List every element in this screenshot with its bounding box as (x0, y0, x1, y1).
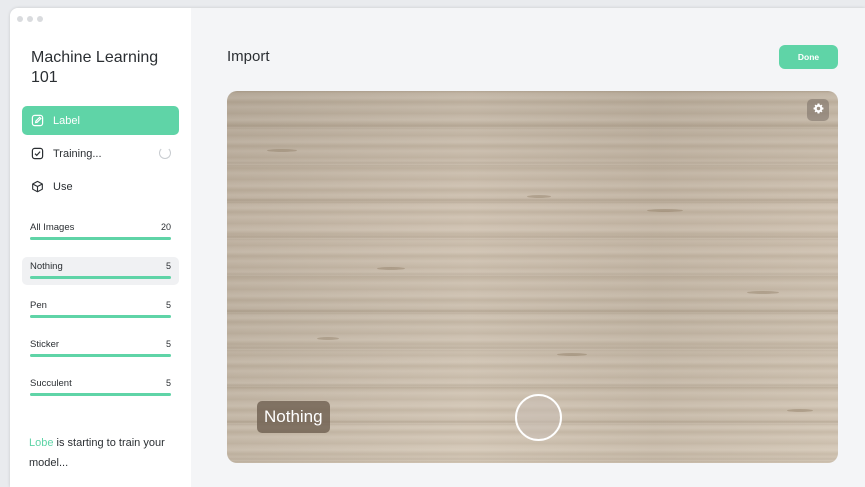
label-progress-fill (30, 354, 171, 357)
sidebar: Machine Learning 101 Label Training... U… (10, 8, 191, 487)
label-progress-bar (30, 276, 171, 279)
wood-grain-knot (787, 409, 813, 412)
label-progress-bar (30, 393, 171, 396)
shutter-circle-icon[interactable] (515, 394, 562, 441)
nav-item-label[interactable]: Label (22, 106, 179, 135)
done-button[interactable]: Done (779, 45, 838, 69)
project-title: Machine Learning 101 (31, 49, 159, 86)
label-progress-fill (30, 315, 171, 318)
loading-spinner-icon (159, 147, 171, 159)
close-window-dot[interactable] (17, 16, 23, 22)
label-progress-fill (30, 237, 171, 240)
label-row-succulent[interactable]: Succulent 5 (22, 374, 179, 402)
brand-name: Lobe (29, 437, 54, 449)
nav-item-training[interactable]: Training... (22, 139, 179, 168)
training-status: Lobe is starting to train your model... (29, 433, 179, 473)
label-count: 5 (165, 261, 171, 271)
cube-icon (30, 180, 44, 194)
app-window: Machine Learning 101 Label Training... U… (10, 8, 865, 487)
wood-grain-knot (267, 149, 297, 152)
label-row-nothing[interactable]: Nothing 5 (22, 257, 179, 285)
wood-grain-knot (377, 267, 405, 270)
label-progress-bar (30, 354, 171, 357)
wood-grain-knot (557, 353, 587, 356)
label-count: 5 (165, 300, 171, 310)
page-title: Import (227, 48, 270, 65)
label-name: All Images (30, 222, 75, 233)
label-row-pen[interactable]: Pen 5 (22, 296, 179, 324)
label-row-all-images[interactable]: All Images 20 (22, 218, 179, 246)
camera-settings-button[interactable] (807, 99, 829, 121)
nav-item-use-text: Use (53, 180, 73, 193)
label-count: 5 (165, 378, 171, 388)
label-progress-bar (30, 315, 171, 318)
label-progress-bar (30, 237, 171, 240)
wood-grain-knot (647, 209, 683, 212)
gear-icon (813, 101, 824, 119)
nav-item-label-text: Label (53, 114, 80, 127)
prediction-label: Nothing (257, 401, 330, 433)
minimize-window-dot[interactable] (27, 16, 33, 22)
zoom-window-dot[interactable] (37, 16, 43, 22)
window-controls (17, 16, 43, 22)
label-name: Succulent (30, 378, 72, 389)
label-name: Nothing (30, 261, 63, 272)
label-name: Pen (30, 300, 47, 311)
nav-item-training-text: Training... (53, 147, 102, 160)
label-name: Sticker (30, 339, 60, 350)
label-row-sticker[interactable]: Sticker 5 (22, 335, 179, 363)
wood-grain-knot (747, 291, 779, 294)
wood-grain-knot (317, 337, 339, 340)
camera-preview: Nothing (227, 91, 838, 463)
label-progress-fill (30, 393, 171, 396)
label-progress-fill (30, 276, 171, 279)
checkbox-icon (30, 147, 44, 161)
label-count: 20 (160, 222, 171, 232)
wood-grain-knot (527, 195, 551, 198)
edit-icon (30, 114, 44, 128)
nav-item-use[interactable]: Use (22, 172, 179, 201)
label-count: 5 (165, 339, 171, 349)
